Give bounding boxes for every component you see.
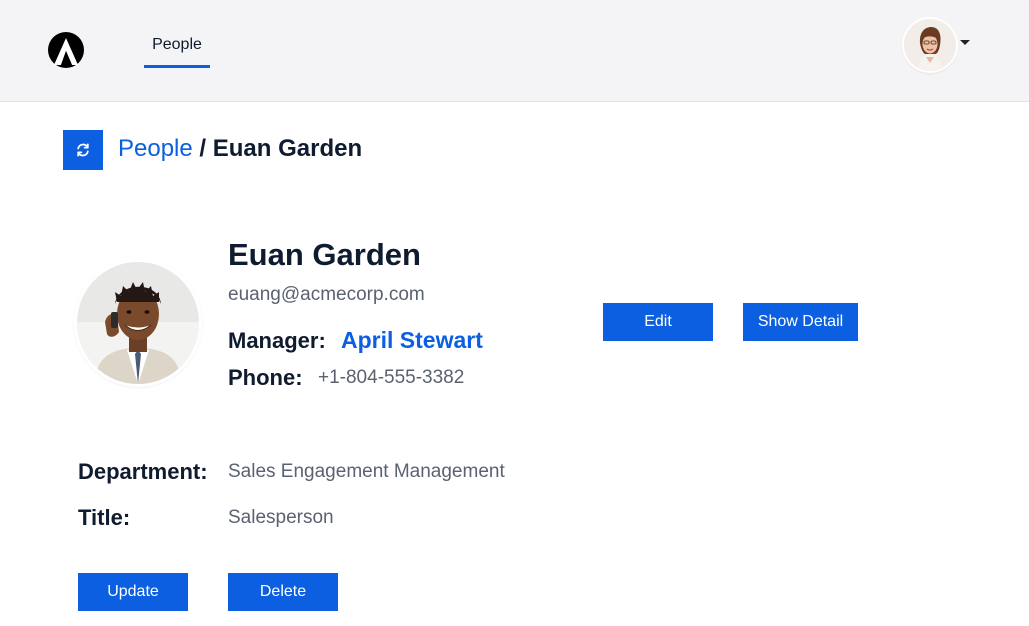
person-email: euang@acmecorp.com bbox=[228, 284, 425, 305]
title-label: Title: bbox=[78, 505, 131, 530]
top-navigation-bar: People bbox=[0, 0, 1029, 102]
breadcrumb-current: Euan Garden bbox=[212, 135, 363, 162]
person-name: Euan Garden bbox=[228, 237, 421, 272]
edit-button[interactable]: Edit bbox=[603, 303, 713, 341]
delete-button[interactable]: Delete bbox=[228, 573, 338, 611]
breadcrumb-separator: / bbox=[192, 135, 213, 162]
profile-photo bbox=[77, 262, 199, 384]
update-button[interactable]: Update bbox=[78, 573, 188, 611]
nav-tab-people[interactable]: People bbox=[144, 24, 210, 68]
breadcrumb: People / Euan Garden bbox=[118, 133, 362, 165]
manager-link[interactable]: April Stewart bbox=[341, 326, 483, 354]
delta-logo-icon[interactable] bbox=[47, 31, 85, 69]
phone-value: +1-804-555-3382 bbox=[318, 367, 465, 388]
phone-label: Phone: bbox=[228, 365, 303, 390]
department-value: Sales Engagement Management bbox=[228, 461, 505, 482]
breadcrumb-people-link[interactable]: People bbox=[118, 135, 193, 162]
user-avatar[interactable] bbox=[904, 19, 956, 71]
manager-label: Manager: bbox=[228, 328, 326, 353]
chevron-down-icon[interactable] bbox=[960, 40, 970, 45]
refresh-icon bbox=[77, 143, 89, 157]
department-label: Department: bbox=[78, 459, 208, 484]
refresh-button[interactable] bbox=[63, 130, 103, 170]
show-detail-button[interactable]: Show Detail bbox=[743, 303, 858, 341]
title-value: Salesperson bbox=[228, 507, 334, 528]
